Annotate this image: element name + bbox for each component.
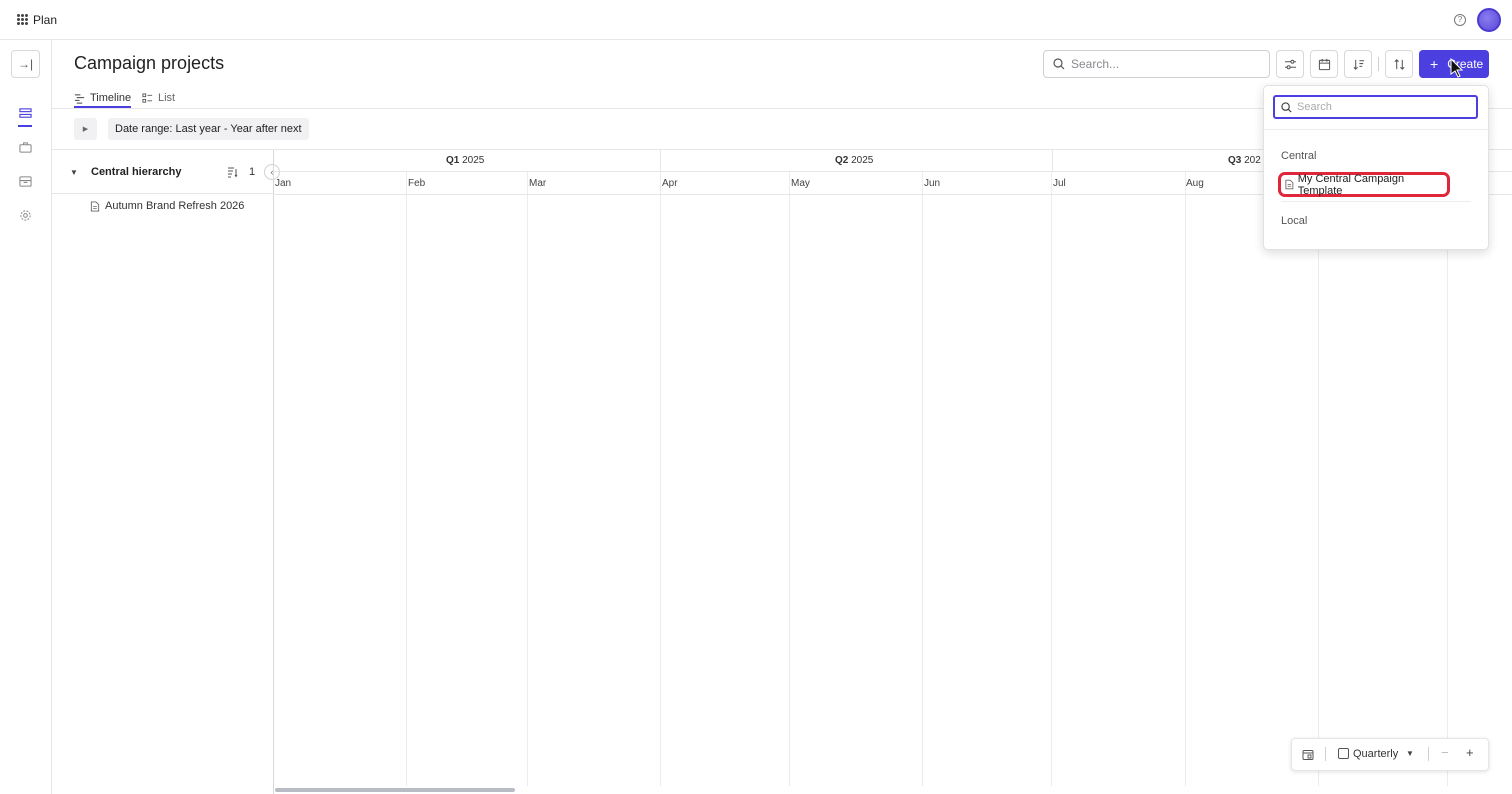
dropdown-divider: [1263, 129, 1489, 130]
zoom-divider: [1325, 747, 1326, 761]
collapse-caret-icon[interactable]: ▼: [70, 168, 78, 177]
zoom-level-select[interactable]: Quarterly: [1353, 748, 1398, 760]
zoom-out-button[interactable]: −: [1441, 745, 1449, 760]
quarter-divider: [1052, 150, 1053, 172]
dropdown-group-local: Local: [1281, 215, 1308, 227]
tab-timeline-label: Timeline: [90, 92, 132, 104]
list-item-label: Autumn Brand Refresh 2026: [105, 200, 245, 212]
month-label: Jul: [1053, 178, 1066, 189]
filter-settings-button[interactable]: [1276, 50, 1304, 78]
expand-sidebar-button[interactable]: →|: [11, 50, 40, 78]
date-range-chip[interactable]: Date range: Last year - Year after next: [108, 118, 309, 140]
search-icon: [1053, 58, 1065, 70]
month-label: Feb: [408, 178, 426, 189]
month-label: Apr: [662, 178, 678, 189]
dropdown-search-input[interactable]: [1297, 101, 1467, 113]
help-icon[interactable]: ?: [1454, 14, 1466, 26]
quarter-label: Q2 2025: [835, 155, 874, 166]
app-launcher-icon[interactable]: [17, 14, 28, 25]
arrows-up-down-icon: [1393, 58, 1405, 70]
month-gridline: [660, 172, 661, 786]
dropdown-search-field[interactable]: [1273, 95, 1478, 119]
toolbar-divider: [1378, 57, 1379, 71]
list-icon: [142, 92, 153, 103]
zoom-checkbox[interactable]: [1338, 748, 1349, 759]
quarter-divider: [660, 150, 661, 172]
chevron-down-icon[interactable]: ▼: [1406, 749, 1414, 758]
list-item[interactable]: Autumn Brand Refresh 2026: [90, 200, 244, 212]
month-gridline: [1051, 172, 1052, 786]
tab-timeline[interactable]: Timeline: [74, 88, 131, 108]
month-gridline: [1185, 172, 1186, 786]
zoom-divider: [1428, 747, 1429, 761]
active-nav-indicator: [18, 125, 32, 127]
month-gridline: [1447, 172, 1448, 786]
mouse-cursor-icon: [1450, 58, 1464, 78]
month-gridline: [1318, 172, 1319, 786]
calendar-button[interactable]: [1310, 50, 1338, 78]
template-menu-item-label: My Central Campaign Template: [1297, 172, 1405, 197]
template-menu-item[interactable]: My Central Campaign Template: [1278, 172, 1450, 197]
import-export-button[interactable]: [1385, 50, 1413, 78]
search-input[interactable]: [1071, 57, 1251, 71]
month-gridline: [922, 172, 923, 786]
month-label: Jan: [275, 178, 292, 189]
tab-list-label: List: [158, 92, 176, 104]
today-calendar-icon[interactable]: [1302, 749, 1314, 761]
month-label: May: [791, 178, 810, 189]
dropdown-group-central: Central: [1281, 150, 1317, 162]
horizontal-scrollbar[interactable]: [275, 788, 515, 792]
plus-icon: +: [1430, 56, 1439, 72]
sort-icon: [1352, 59, 1364, 70]
search-field[interactable]: [1043, 50, 1270, 78]
tab-list[interactable]: List: [142, 88, 175, 108]
quarter-label: Q3 202: [1228, 155, 1261, 166]
filter-panel-toggle[interactable]: ▶: [74, 118, 97, 140]
panel-divider: [273, 150, 274, 794]
hierarchy-sort-icon[interactable]: [227, 166, 239, 178]
archive-nav-icon[interactable]: [18, 174, 32, 188]
timeline-icon: [74, 93, 85, 104]
search-icon: [1281, 101, 1292, 113]
month-label: Aug: [1186, 178, 1204, 189]
document-icon: [1285, 179, 1294, 190]
hierarchy-count: 1: [249, 166, 256, 178]
month-gridline: [789, 172, 790, 786]
sliders-icon: [1284, 59, 1296, 69]
quarter-label: Q1 2025: [446, 155, 485, 166]
zoom-in-button[interactable]: +: [1466, 745, 1474, 760]
projects-nav-icon[interactable]: [18, 106, 32, 120]
calendar-icon: [1318, 58, 1330, 70]
month-label: Jun: [924, 178, 941, 189]
app-name: Plan: [33, 13, 58, 27]
sort-button[interactable]: [1344, 50, 1372, 78]
page-title: Campaign projects: [74, 53, 225, 73]
document-icon: [90, 200, 100, 212]
dropdown-divider: [1281, 201, 1471, 202]
avatar[interactable]: [1477, 8, 1501, 32]
month-gridline: [527, 172, 528, 786]
settings-gear-icon[interactable]: [18, 208, 32, 222]
hierarchy-title: Central hierarchy: [91, 166, 182, 178]
month-gridline: [406, 172, 407, 786]
top-bar: Plan ?: [0, 0, 1512, 40]
briefcase-nav-icon[interactable]: [18, 140, 32, 154]
month-label: Mar: [529, 178, 547, 189]
